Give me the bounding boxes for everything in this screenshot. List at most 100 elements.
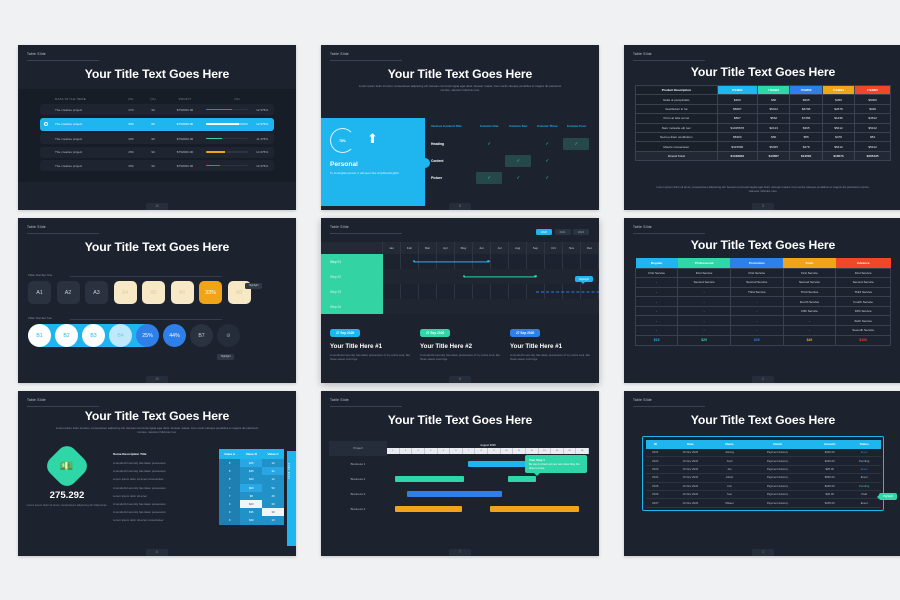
table-row[interactable]: The creative project 270 90 $752000.00 12.37… — [40, 104, 274, 115]
table-row[interactable]: #102 10 Nov 2020 Josh Payment delivery $420.… — [645, 456, 881, 466]
year-tab[interactable]: 2021 — [554, 229, 571, 236]
highlight-badge-two: Highlight — [217, 354, 234, 360]
cell-value: - — [634, 315, 679, 327]
table-row[interactable]: #107 10 Nov 2020 Mikael Payment delivery $23… — [645, 498, 881, 508]
badge-square[interactable]: A6 — [170, 281, 194, 304]
table-row[interactable]: The creative project 250 90 $752000.00 14.37… — [40, 146, 274, 158]
slide-thumbnail-7[interactable]: Table Slide Your Title Text Goes Here Lo… — [18, 391, 296, 556]
badge-square[interactable]: A3 — [85, 281, 108, 304]
table-row[interactable]: #105 10 Nov 2020 Ann Payment delivery $425.0… — [645, 482, 881, 491]
table-row[interactable]: The creative project 250 90 $752000.00 10.37… — [40, 160, 274, 171]
month-header-cell: May — [455, 242, 473, 254]
highlight-badge-one: Highlight — [245, 283, 262, 289]
year-tab[interactable]: 2020 — [536, 229, 553, 236]
month-header-cell: Apr — [437, 242, 455, 254]
radio-selected-icon[interactable] — [44, 122, 48, 126]
gantt-bar[interactable] — [490, 505, 579, 512]
gantt-track — [387, 486, 589, 501]
col-header: Value A — [218, 449, 241, 459]
cell-value: Third Service — [782, 286, 837, 298]
price-row: $15 $29 $39 $49 $100 — [634, 334, 891, 346]
table-row[interactable]: #104 10 Nov 2020 Jobert Payment delivery $56… — [645, 473, 881, 483]
gantt-bar[interactable] — [395, 475, 464, 482]
row-id: #103 — [645, 465, 666, 475]
badge-square[interactable]: A1 — [28, 281, 51, 304]
ruler-tick: 12 — [526, 447, 539, 454]
slide-thumbnail-2[interactable]: Table Slide Your Title Text Goes Here Lo… — [321, 45, 599, 210]
gantt-bar[interactable] — [413, 260, 489, 263]
page-subtitle: Lorem ipsum dolor sit amet, consectetuer… — [55, 426, 259, 435]
year-side-tab[interactable]: 2020 2021 — [287, 451, 296, 546]
row-amount: $25.00 — [811, 465, 848, 475]
badge-square[interactable]: 33% — [199, 281, 222, 304]
check-cell: ✓ — [475, 169, 504, 186]
slide-thumbnail-1[interactable]: Table Slide Your Title Text Goes Here DA… — [18, 45, 296, 210]
percent-ring: 78% — [330, 128, 355, 153]
gantt-bar[interactable] — [508, 475, 537, 482]
year-tab-group[interactable]: 2020 2021 2022 — [536, 229, 589, 236]
row-name: Joining — [715, 448, 744, 458]
badge-square[interactable]: A2 — [56, 281, 80, 304]
card-date-chip: 27 Sep 2020 — [510, 329, 541, 337]
col-header: ID — [645, 439, 666, 449]
cell-value: $45 — [240, 467, 263, 476]
row-amount: $420.00 — [811, 456, 848, 466]
gantt-bar[interactable] — [407, 490, 503, 497]
row-label: Content — [431, 158, 444, 163]
table-row[interactable]: #103 10 Nov 2020 Joe Payment delivery $25.00… — [645, 465, 881, 475]
row-description: Lorem ipsum dolor sit amet — [113, 493, 147, 498]
table-row[interactable]: The creative project 250 90 $752000.00 11.37… — [40, 133, 274, 144]
slide-eyebrow: Table Slide — [633, 398, 705, 407]
col-header: Suite — [783, 258, 836, 268]
slide-thumbnail-5[interactable]: Table Slide 2020 2021 2022 Jan Feb Mar Apr May… — [321, 218, 599, 383]
row-label: Picture — [431, 175, 443, 180]
gantt-bar[interactable] — [463, 275, 536, 278]
cell-value: $2123 — [757, 122, 791, 133]
slide-thumbnail-3[interactable]: Table Slide Your Title Text Goes Here Pr… — [624, 45, 900, 210]
cell-value: - — [677, 325, 731, 336]
table-row[interactable]: #101 10 Nov 2020 Joining Payment delivery $4… — [645, 448, 881, 458]
gantt-step-label: Step 03 — [330, 289, 341, 294]
col-header: Date — [665, 439, 716, 449]
table-row: Mauris consectetur $415660 $5465 $478 $5412 $… — [635, 141, 891, 152]
check-icon: ✓ — [545, 140, 550, 146]
table-row[interactable]: The creative project 530 80 $752000.00 12.37… — [40, 117, 274, 131]
table-header-row: Regular Professional Promotion Suite Advance — [635, 258, 891, 268]
badge-square[interactable]: A5 — [142, 281, 165, 304]
badge-circle[interactable]: B4 — [109, 324, 132, 347]
page-number: 10 — [146, 203, 168, 210]
col-header: Value C — [262, 449, 284, 459]
card-text: A wonderful serenity has taken possessio… — [330, 352, 410, 361]
slide-thumbnail-6[interactable]: Table Slide Your Title Text Goes Here Re… — [624, 218, 900, 383]
gantt-bar[interactable] — [467, 460, 527, 467]
badge-square[interactable]: A4 — [113, 281, 137, 304]
row-description: Grand Total — [635, 150, 718, 162]
check-cell: ✓ — [504, 152, 533, 169]
slide-thumbnail-8[interactable]: Table Slide Your Title Text Goes Here Pr… — [321, 391, 599, 556]
month-header-cell: Jul — [491, 242, 509, 254]
cell-value: First Service — [729, 267, 784, 279]
table-row[interactable]: #106 10 Nov 2020 Sue Payment delivery $46.00… — [645, 490, 881, 500]
badge-circle[interactable]: B7 — [190, 324, 213, 347]
badge-circle[interactable]: B2 — [55, 324, 78, 347]
badge-circle[interactable]: B3 — [82, 324, 105, 347]
page-number: 1 — [752, 549, 774, 556]
page-number: 7 — [449, 549, 471, 556]
timeline-card-group: 27 Sep 2020 Your Title Here #1 A wonderful… — [321, 321, 599, 361]
slide-thumbnail-4[interactable]: Table Slide Your Title Text Goes Here Ta… — [18, 218, 296, 383]
row-name: The creative project — [55, 122, 83, 126]
cell-value: $50 — [757, 94, 791, 105]
year-tab[interactable]: 2022 — [573, 229, 589, 236]
status-badge: Event — [847, 448, 881, 458]
slide-thumbnail-9[interactable]: Table Slide Your Title Text Goes Here ID… — [624, 391, 900, 556]
kpi-value: 275.292 — [49, 490, 85, 501]
badge-circle[interactable]: 44% — [163, 324, 186, 347]
gantt-bar[interactable] — [395, 505, 462, 512]
gantt-bar[interactable] — [535, 291, 599, 292]
badge-circle[interactable]: B1 — [28, 324, 51, 347]
gear-icon[interactable]: ⚙ — [217, 324, 240, 347]
badge-circle[interactable]: 25% — [136, 324, 159, 347]
cell-value: $478 — [821, 131, 856, 143]
check-cell: ✓ — [533, 152, 562, 169]
cell-value: 12 — [262, 459, 284, 468]
